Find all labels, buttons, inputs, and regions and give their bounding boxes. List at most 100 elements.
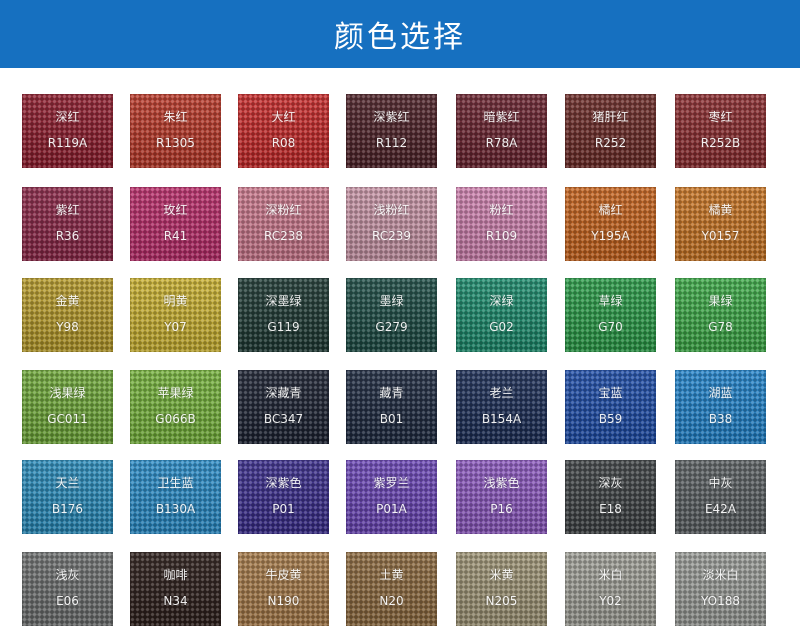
color-swatch[interactable]: 墨绿 G279	[346, 278, 437, 352]
color-swatch[interactable]: 苹果绿 G066B	[130, 370, 221, 444]
color-swatch[interactable]: 朱红 R1305	[130, 94, 221, 168]
swatch-code: YO188	[700, 594, 741, 608]
color-swatch[interactable]: 深红 R119A	[22, 94, 113, 168]
swatch-name: 湖蓝	[708, 386, 733, 400]
swatch-name: 大红	[271, 110, 296, 124]
color-swatch[interactable]: 紫罗兰 P01A	[346, 460, 437, 534]
color-swatch[interactable]: 明黄 Y07	[130, 278, 221, 352]
color-swatch[interactable]: 橘红 Y195A	[565, 187, 656, 261]
color-swatch[interactable]: 老兰 B154A	[456, 370, 547, 444]
color-swatch[interactable]: 土黄 N20	[346, 552, 437, 626]
swatch-code: B59	[598, 412, 623, 426]
color-swatch[interactable]: 深灰 E18	[565, 460, 656, 534]
swatch-code: R08	[271, 136, 296, 150]
swatch-name: 浅粉红	[373, 203, 410, 217]
swatch-code: Y07	[164, 320, 187, 334]
swatch-code: R119A	[47, 136, 88, 150]
swatch-code: G066B	[155, 412, 196, 426]
swatch-name: 粉红	[489, 203, 514, 217]
swatch-name: 深红	[55, 110, 80, 124]
swatch-code: N205	[485, 594, 518, 608]
swatch-name: 玫红	[163, 203, 188, 217]
swatch-name: 深紫色	[265, 476, 302, 490]
swatch-code: B176	[51, 502, 84, 516]
swatch-code: G119	[267, 320, 300, 334]
color-swatch[interactable]: 深紫红 R112	[346, 94, 437, 168]
swatch-code: B38	[708, 412, 733, 426]
swatch-name: 中灰	[708, 476, 733, 490]
color-swatch[interactable]: 深墨绿 G119	[238, 278, 329, 352]
color-swatch[interactable]: 粉红 R109	[456, 187, 547, 261]
color-swatch[interactable]: 深紫色 P01	[238, 460, 329, 534]
color-swatch[interactable]: 牛皮黄 N190	[238, 552, 329, 626]
swatch-name: 深藏青	[265, 386, 302, 400]
swatch-name: 墨绿	[379, 294, 404, 308]
color-swatch[interactable]: 深绿 G02	[456, 278, 547, 352]
swatch-code: Y98	[56, 320, 79, 334]
color-swatch[interactable]: 橘黄 Y0157	[675, 187, 766, 261]
color-swatch[interactable]: 果绿 G78	[675, 278, 766, 352]
color-swatch[interactable]: 浅果绿 GC011	[22, 370, 113, 444]
color-swatch[interactable]: 玫红 R41	[130, 187, 221, 261]
page-title: 颜色选择	[334, 20, 466, 55]
color-swatch[interactable]: 暗紫红 R78A	[456, 94, 547, 168]
color-swatch[interactable]: 米白 Y02	[565, 552, 656, 626]
color-swatch[interactable]: 金黄 Y98	[22, 278, 113, 352]
swatch-name: 天兰	[55, 476, 80, 490]
swatch-code: G78	[708, 320, 733, 334]
color-swatch[interactable]: 淡米白 YO188	[675, 552, 766, 626]
color-swatch[interactable]: 枣红 R252B	[675, 94, 766, 168]
color-swatch[interactable]: 浅灰 E06	[22, 552, 113, 626]
swatch-name: 金黄	[55, 294, 80, 308]
swatch-code: E06	[56, 594, 79, 608]
swatch-code: N34	[163, 594, 188, 608]
swatch-code: R36	[55, 229, 80, 243]
swatch-code: N20	[379, 594, 404, 608]
swatch-code: R252B	[700, 136, 741, 150]
color-swatch[interactable]: 大红 R08	[238, 94, 329, 168]
swatch-name: 牛皮黄	[265, 568, 302, 582]
swatch-name: 米白	[598, 568, 623, 582]
swatch-code: BC347	[263, 412, 304, 426]
swatch-name: 卫生蓝	[157, 476, 194, 490]
swatch-code: E18	[599, 502, 622, 516]
swatch-code: R1305	[156, 136, 195, 150]
swatch-name: 猪肝红	[592, 110, 629, 124]
color-swatch[interactable]: 深藏青 BC347	[238, 370, 329, 444]
color-swatch[interactable]: 咖啡 N34	[130, 552, 221, 626]
swatch-code: R252	[594, 136, 627, 150]
swatch-name: 深墨绿	[265, 294, 302, 308]
swatch-name: 深灰	[598, 476, 623, 490]
swatch-code: G02	[489, 320, 514, 334]
swatch-code: Y0157	[701, 229, 740, 243]
color-swatch[interactable]: 浅紫色 P16	[456, 460, 547, 534]
color-swatch[interactable]: 藏青 B01	[346, 370, 437, 444]
color-swatch[interactable]: 卫生蓝 B130A	[130, 460, 221, 534]
color-swatch[interactable]: 湖蓝 B38	[675, 370, 766, 444]
swatch-name: 紫红	[55, 203, 80, 217]
color-swatch[interactable]: 猪肝红 R252	[565, 94, 656, 168]
swatch-code: P01A	[376, 502, 407, 516]
swatch-name: 老兰	[489, 386, 514, 400]
swatch-name: 宝蓝	[598, 386, 623, 400]
swatch-name: 草绿	[598, 294, 623, 308]
swatch-name: 浅灰	[55, 568, 80, 582]
swatch-name: 紫罗兰	[373, 476, 410, 490]
color-swatch[interactable]: 草绿 G70	[565, 278, 656, 352]
color-swatch[interactable]: 米黄 N205	[456, 552, 547, 626]
swatch-code: R41	[163, 229, 188, 243]
color-swatch[interactable]: 天兰 B176	[22, 460, 113, 534]
color-swatch[interactable]: 宝蓝 B59	[565, 370, 656, 444]
swatch-code: R78A	[485, 136, 518, 150]
color-swatch[interactable]: 紫红 R36	[22, 187, 113, 261]
swatch-name: 淡米白	[702, 568, 739, 582]
swatch-code: R109	[485, 229, 518, 243]
page-header: 颜色选择	[0, 0, 800, 68]
color-swatch[interactable]: 中灰 E42A	[675, 460, 766, 534]
swatch-name: 咖啡	[163, 568, 188, 582]
swatch-code: B154A	[481, 412, 522, 426]
swatch-code: G279	[375, 320, 408, 334]
swatch-name: 深紫红	[373, 110, 410, 124]
color-swatch[interactable]: 浅粉红 RC239	[346, 187, 437, 261]
color-swatch[interactable]: 深粉红 RC238	[238, 187, 329, 261]
